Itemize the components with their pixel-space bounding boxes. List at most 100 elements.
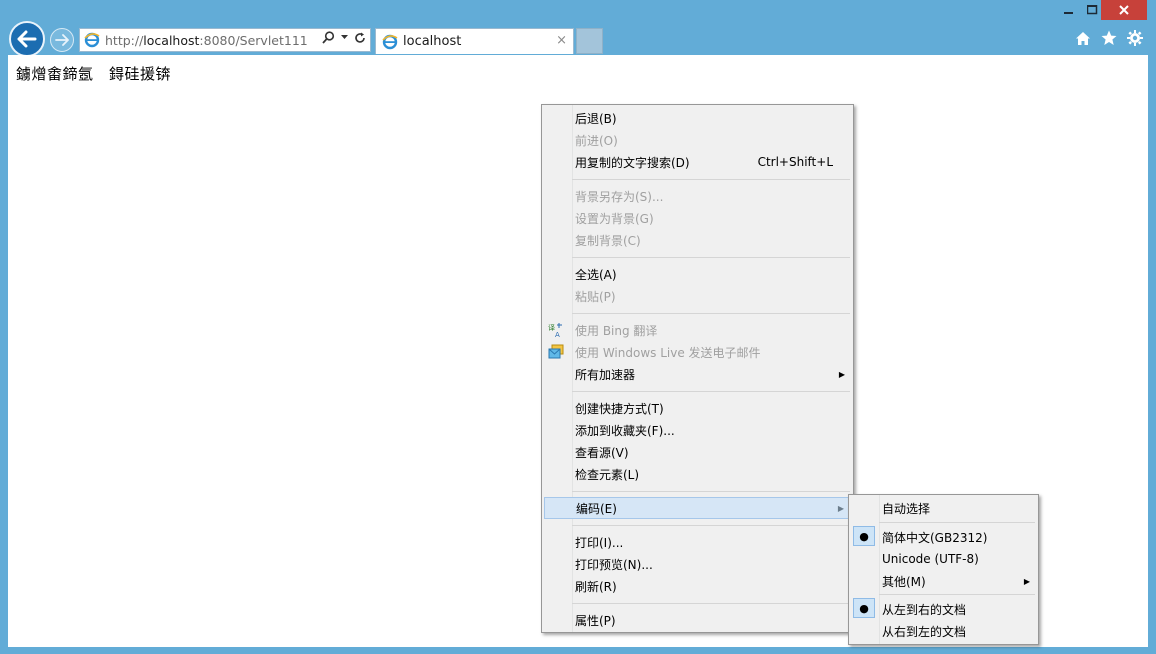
tab-close-button[interactable]: × (556, 33, 567, 48)
radio-check-icon: ● (853, 526, 875, 546)
home-button[interactable] (1075, 30, 1091, 46)
context-menu-item[interactable]: 后退(B) (544, 107, 851, 129)
menu-item-label: 背景另存为(S)... (575, 189, 664, 204)
menu-item-label: 检查元素(L) (575, 467, 640, 482)
menu-item-label: 粘贴(P) (575, 289, 616, 304)
minimize-icon (1064, 12, 1073, 14)
submenu-arrow-icon: ▶ (837, 503, 844, 513)
menu-item-label: 所有加速器 (575, 367, 636, 382)
address-url[interactable]: http://localhost:8080/Servlet111 (105, 33, 308, 48)
menu-separator (879, 594, 1035, 595)
menu-item-label: 复制背景(C) (575, 233, 641, 248)
address-tools (322, 31, 366, 44)
translate-icon: 译A (548, 322, 564, 339)
submenu-arrow-icon: ▶ (838, 369, 845, 379)
context-menu-item: 背景另存为(S)... (544, 185, 851, 207)
menu-separator (572, 179, 850, 180)
menu-item-label: 后退(B) (575, 111, 617, 126)
menu-separator (572, 603, 850, 604)
new-tab-button[interactable] (576, 28, 603, 54)
context-menu-item[interactable]: 打印(I)... (544, 531, 851, 553)
context-menu-item[interactable]: 查看源(V) (544, 441, 851, 463)
svg-text:A: A (555, 331, 560, 338)
menu-separator (572, 525, 850, 526)
radio-check-icon: ● (853, 598, 875, 618)
star-icon (1101, 30, 1117, 45)
context-menu-item: 复制背景(C) (544, 229, 851, 251)
gear-icon (1127, 30, 1143, 46)
menu-item-label: 添加到收藏夹(F)... (575, 423, 675, 438)
context-menu-item[interactable]: 添加到收藏夹(F)... (544, 419, 851, 441)
maximize-icon (1086, 5, 1097, 15)
url-rest: :8080/Servlet111 (199, 32, 308, 48)
menu-separator (572, 313, 850, 314)
settings-button[interactable] (1127, 30, 1143, 46)
search-icon[interactable] (322, 31, 335, 44)
url-host: localhost (143, 32, 200, 48)
favorites-button[interactable] (1101, 30, 1117, 46)
context-menu-item[interactable]: 检查元素(L) (544, 463, 851, 485)
menu-item-label: 自动选择 (882, 501, 931, 516)
forward-button[interactable] (50, 28, 74, 52)
context-menu-item: 使用 Windows Live 发送电子邮件 (544, 341, 851, 363)
menu-item-label: 用复制的文字搜索(D) (575, 155, 690, 170)
tab-localhost[interactable]: localhost × (375, 28, 574, 54)
menu-item-label: 打印(I)... (575, 535, 624, 550)
ie-logo-icon (382, 34, 398, 49)
menu-item-label: 简体中文(GB2312) (882, 530, 988, 545)
close-button[interactable] (1101, 0, 1147, 20)
address-bar[interactable]: http://localhost:8080/Servlet111 (79, 28, 371, 52)
menu-separator (572, 257, 850, 258)
context-menu-item[interactable]: 属性(P) (544, 609, 851, 631)
context-menu-item: 粘贴(P) (544, 285, 851, 307)
menu-item-label: 设置为背景(G) (575, 211, 654, 226)
menu-item-label: 从右到左的文档 (882, 624, 967, 639)
menu-item-label: 编码(E) (576, 501, 617, 516)
tab-title: localhost (403, 34, 462, 49)
context-menu-item[interactable]: 全选(A) (544, 263, 851, 285)
home-icon (1076, 31, 1090, 45)
encoding-menu-item[interactable]: 从右到左的文档 (851, 620, 1036, 642)
context-menu: 后退(B) 前进(O) 用复制的文字搜索(D) Ctrl+Shift+L 背景另存为(S… (541, 104, 854, 633)
context-menu-item[interactable]: 所有加速器 ▶ (544, 363, 851, 385)
menu-item-label: 全选(A) (575, 267, 617, 282)
back-button[interactable] (9, 21, 45, 57)
dropdown-arrow-icon[interactable] (341, 35, 348, 40)
minimize-button[interactable] (1055, 0, 1083, 20)
context-menu-item[interactable]: 用复制的文字搜索(D) Ctrl+Shift+L (544, 151, 851, 173)
back-arrow-icon (17, 30, 37, 48)
context-menu-item[interactable]: 创建快捷方式(T) (544, 397, 851, 419)
ie-logo-icon (84, 32, 100, 48)
encoding-menu-item[interactable]: 其他(M) ▶ (851, 570, 1036, 592)
url-prefix: http:// (105, 32, 144, 48)
context-menu-item[interactable]: 编码(E) ▶ (544, 497, 851, 519)
encoding-menu-item[interactable]: Unicode (UTF-8) (851, 548, 1036, 570)
menu-item-label: 使用 Windows Live 发送电子邮件 (575, 345, 761, 360)
context-menu-item[interactable]: 打印预览(N)... (544, 553, 851, 575)
menu-item-shortcut: Ctrl+Shift+L (757, 155, 833, 169)
right-toolbar (1075, 30, 1143, 46)
menu-item-label: 其他(M) (882, 574, 926, 589)
menu-item-label: 前进(O) (575, 133, 618, 148)
refresh-icon[interactable] (354, 32, 366, 44)
browser-window: http://localhost:8080/Servlet111 localho… (0, 0, 1156, 654)
encoding-menu-item[interactable]: ● 从左到右的文档 (851, 598, 1036, 620)
menu-item-label: 属性(P) (575, 613, 616, 628)
menu-item-label: 从左到右的文档 (882, 602, 967, 617)
encoding-menu-item[interactable]: ● 简体中文(GB2312) (851, 526, 1036, 548)
context-menu-item: 前进(O) (544, 129, 851, 151)
maximize-button[interactable] (1083, 0, 1101, 20)
close-icon (1119, 5, 1129, 15)
page-text: 鐪熷畬鍗氬 鍀硅援锛 (16, 65, 172, 83)
menu-item-label: 刷新(R) (575, 579, 617, 594)
menu-item-label: Unicode (UTF-8) (882, 552, 979, 566)
menu-item-label: 打印预览(N)... (575, 557, 653, 572)
email-icon (548, 344, 564, 360)
menu-separator (572, 491, 850, 492)
context-menu-item: 译 A 使用 Bing 翻译 (544, 319, 851, 341)
menu-item-label: 使用 Bing 翻译 (575, 323, 658, 338)
menu-separator (879, 522, 1035, 523)
encoding-menu-item[interactable]: 自动选择 (851, 497, 1036, 519)
context-menu-item[interactable]: 刷新(R) (544, 575, 851, 597)
menu-item-label: 创建快捷方式(T) (575, 401, 664, 416)
